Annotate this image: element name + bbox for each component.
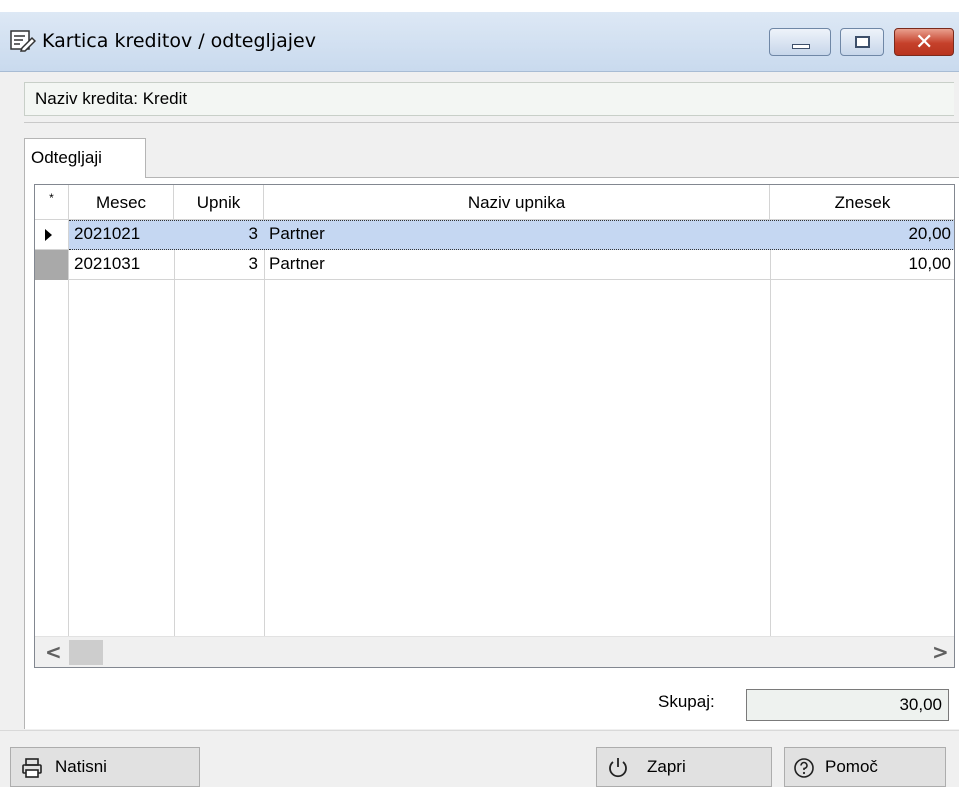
cell-mesec: 2021021 xyxy=(74,224,141,243)
row-indicator[interactable] xyxy=(35,250,68,280)
column-header-mesec[interactable]: Mesec xyxy=(69,185,174,220)
table-row[interactable]: 2021021 3 Partner 20,00 xyxy=(69,220,954,250)
cell-znesek: 10,00 xyxy=(908,254,951,273)
deductions-grid[interactable]: * Mesec Upnik Naziv upnika Znesek 202102… xyxy=(34,184,955,668)
scroll-right-icon[interactable]: > xyxy=(932,640,949,664)
tab-deductions-label: Odtegljaji xyxy=(31,148,102,167)
table-row[interactable]: 2021031 3 Partner 10,00 xyxy=(69,250,954,280)
edit-form-icon xyxy=(10,30,36,52)
power-icon xyxy=(609,758,627,778)
title-bar[interactable]: Kartica kreditov / odtegljajev ✕ xyxy=(0,12,959,72)
cell-upnik: 3 xyxy=(248,254,258,273)
grid-line xyxy=(770,220,771,636)
column-header-znesek[interactable]: Znesek xyxy=(770,185,954,220)
grid-line xyxy=(174,220,175,636)
divider xyxy=(0,730,959,731)
tab-deductions[interactable]: Odtegljaji xyxy=(24,138,146,178)
window-title: Kartica kreditov / odtegljajev xyxy=(42,30,316,52)
column-header-naziv-upnika[interactable]: Naziv upnika xyxy=(264,185,770,220)
maximize-button[interactable] xyxy=(840,28,884,56)
grid-line xyxy=(68,220,69,636)
help-button-label: Pomoč xyxy=(825,757,878,776)
help-icon xyxy=(794,758,814,778)
total-value-field: 30,00 xyxy=(746,689,949,721)
cell-znesek: 20,00 xyxy=(908,224,951,243)
print-button-label: Natisni xyxy=(55,757,107,776)
row-indicator[interactable] xyxy=(35,220,68,250)
maximize-icon xyxy=(855,36,870,48)
credit-card-window: Kartica kreditov / odtegljajev ✕ Naziv k… xyxy=(0,12,959,787)
close-icon: ✕ xyxy=(915,30,934,55)
cell-naziv-upnika: Partner xyxy=(269,254,325,273)
total-label: Skupaj: xyxy=(658,692,715,711)
cell-mesec: 2021031 xyxy=(74,254,141,273)
credit-name-field: Naziv kredita: Kredit xyxy=(24,82,954,116)
indicator-header: * xyxy=(35,185,69,220)
minimize-icon xyxy=(792,44,810,49)
close-button-label: Zapri xyxy=(647,757,686,776)
minimize-button[interactable] xyxy=(769,28,831,56)
credit-name-text: Naziv kredita: Kredit xyxy=(35,89,188,108)
cell-naziv-upnika: Partner xyxy=(269,224,325,243)
help-button[interactable]: Pomoč xyxy=(784,747,946,787)
grid-line xyxy=(264,220,265,636)
current-row-arrow-icon xyxy=(45,229,52,241)
close-window-button[interactable]: ✕ xyxy=(894,28,954,56)
print-button[interactable]: Natisni xyxy=(10,747,200,787)
scrollbar-thumb[interactable] xyxy=(69,640,103,665)
divider xyxy=(24,122,959,123)
column-header-upnik[interactable]: Upnik xyxy=(174,185,264,220)
printer-icon xyxy=(22,758,42,778)
scroll-left-icon[interactable]: < xyxy=(45,640,62,664)
horizontal-scrollbar[interactable]: < > xyxy=(35,636,954,667)
close-button[interactable]: Zapri xyxy=(596,747,772,787)
cell-upnik: 3 xyxy=(248,224,258,243)
